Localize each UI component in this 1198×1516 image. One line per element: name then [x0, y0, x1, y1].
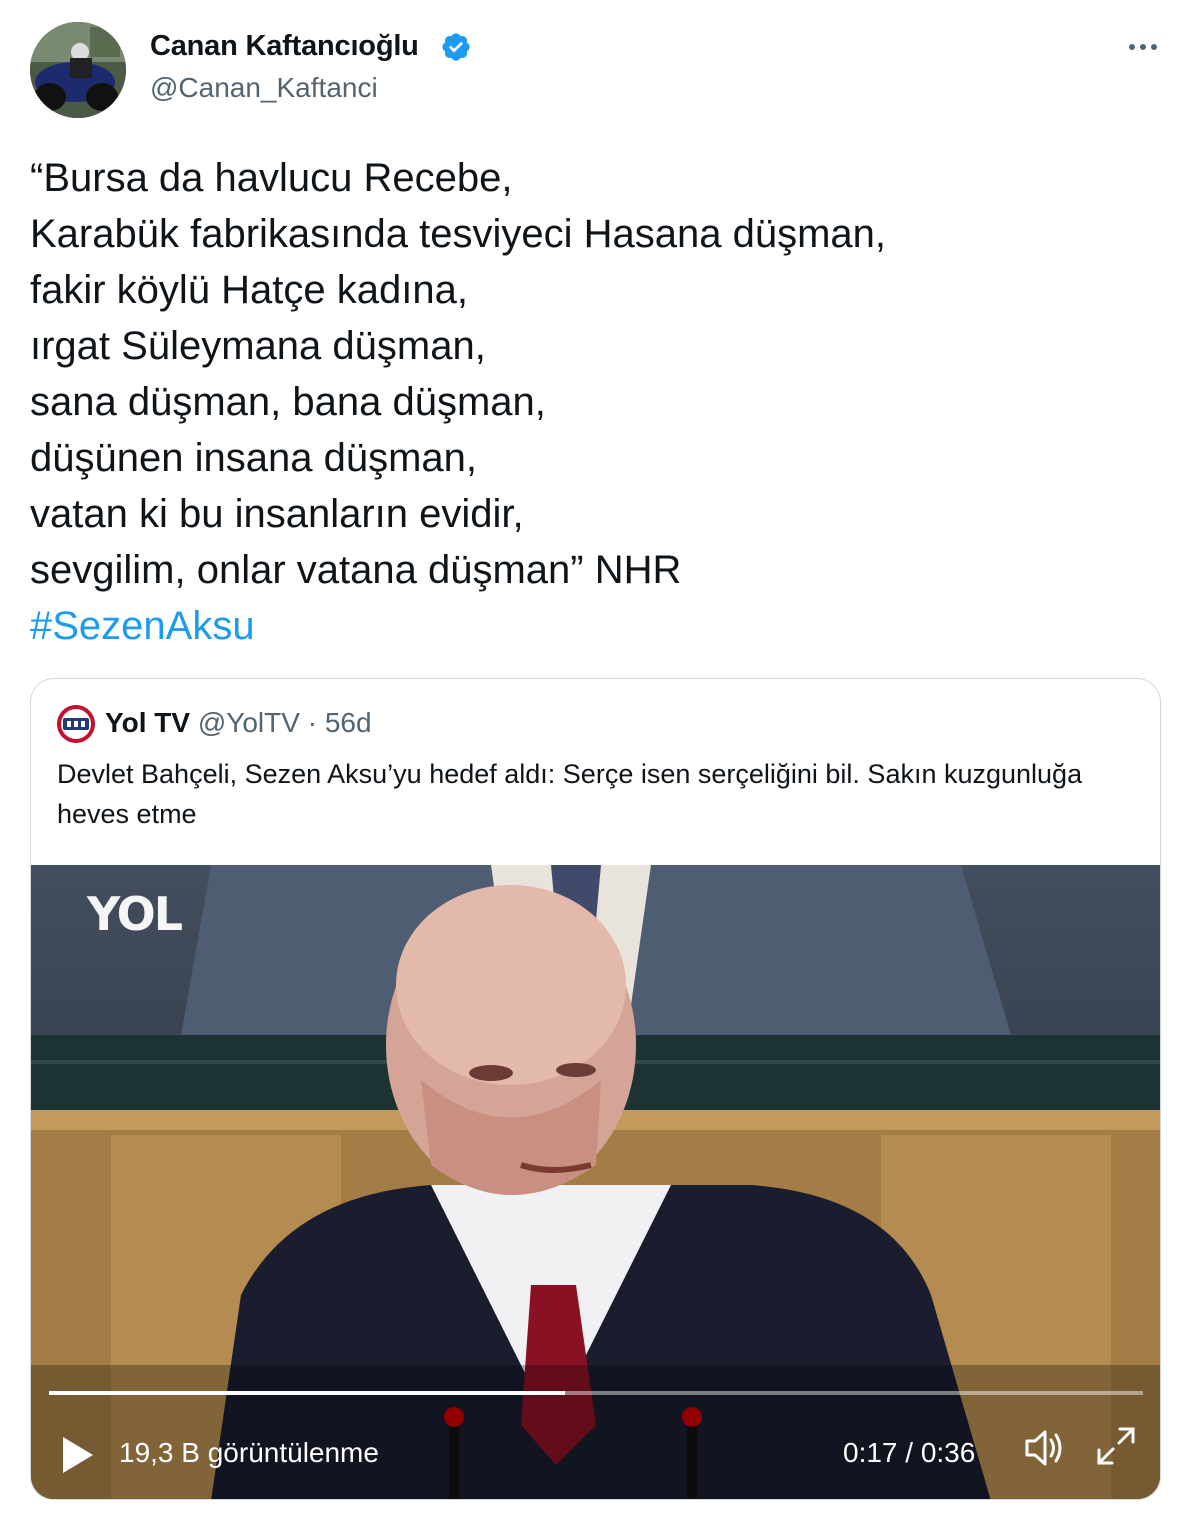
quoted-avatar[interactable]	[57, 705, 95, 743]
video-watermark: YOL	[87, 887, 183, 941]
tweet: Canan Kaftancıoğlu @Canan_Kaftanci “Burs…	[0, 0, 1198, 1516]
tweet-line: Karabük fabrikasında tesviyeci Hasana dü…	[30, 212, 887, 256]
more-dot	[1151, 44, 1157, 50]
author-avatar[interactable]	[30, 22, 126, 118]
quoted-time[interactable]: 56d	[325, 707, 372, 738]
tweet-line: vatan ki bu insanların evidir,	[30, 492, 524, 536]
quoted-handle[interactable]: @YolTV	[198, 707, 300, 738]
more-options-icon[interactable]	[1120, 32, 1166, 62]
yol-tv-logo-icon	[57, 705, 95, 743]
video-timecode: 0:17 / 0:36	[843, 1437, 976, 1468]
quoted-tweet-card[interactable]: Yol TV @YolTV · 56d Devlet Bahçeli, Seze…	[30, 678, 1161, 1500]
play-icon[interactable]	[59, 1435, 95, 1475]
verified-badge-icon	[442, 33, 470, 61]
tweet-line: sana düşman, bana düşman,	[30, 380, 546, 424]
quoted-meta: Yol TV @YolTV · 56d	[105, 707, 372, 739]
tweet-text: “Bursa da havlucu Recebe, Karabük fabrik…	[30, 150, 1150, 654]
tweet-line: “Bursa da havlucu Recebe,	[30, 156, 513, 200]
quoted-name[interactable]: Yol TV	[105, 707, 190, 738]
more-dot	[1129, 44, 1135, 50]
author-name[interactable]: Canan Kaftancıoğlu	[150, 30, 419, 63]
tweet-line: fakir köylü Hatçe kadına,	[30, 268, 468, 312]
video-progress-fill	[49, 1391, 566, 1395]
avatar-image	[30, 22, 126, 118]
video-player[interactable]: YOL 19,3 B görüntülenme 0:17 / 0:36	[31, 865, 1160, 1499]
tweet-line: sevgilim, onlar vatana düşman” NHR	[30, 548, 682, 592]
fullscreen-icon[interactable]	[1093, 1423, 1139, 1469]
video-progress-bar[interactable]	[49, 1391, 1143, 1395]
video-frame	[31, 865, 1160, 1499]
tweet-line: ırgat Süleymana düşman,	[30, 324, 486, 368]
tweet-line: düşünen insana düşman,	[30, 436, 477, 480]
volume-icon[interactable]	[1021, 1425, 1067, 1471]
view-count: 19,3 B görüntülenme	[119, 1437, 379, 1468]
meta-separator: ·	[307, 707, 318, 738]
quoted-text: Devlet Bahçeli, Sezen Aksu’yu hedef aldı…	[57, 759, 1083, 829]
author-handle[interactable]: @Canan_Kaftanci	[150, 72, 378, 104]
more-dot	[1140, 44, 1146, 50]
hashtag-link[interactable]: #SezenAksu	[30, 598, 1150, 654]
